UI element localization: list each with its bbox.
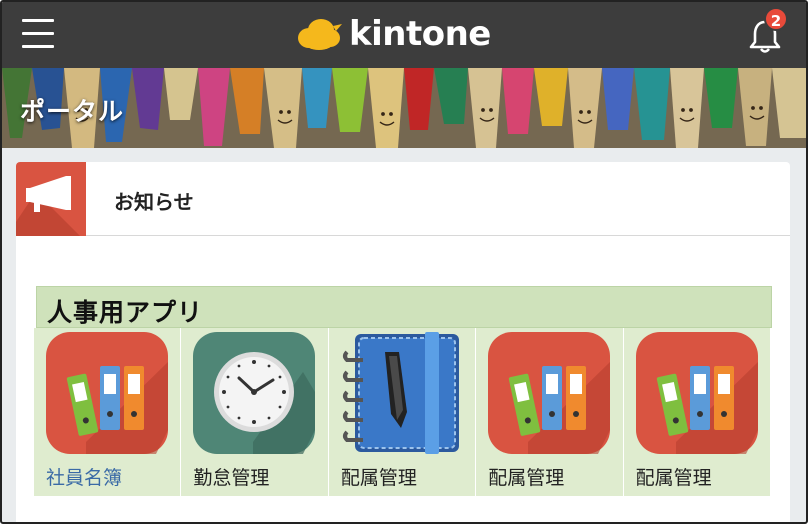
- cloud-logo-icon: [298, 19, 342, 50]
- app-tile-employee-directory[interactable]: 社員名簿: [34, 328, 181, 496]
- megaphone-icon: [16, 162, 86, 236]
- app-label[interactable]: 配属管理: [341, 463, 417, 490]
- logo-text: kintone: [349, 14, 491, 54]
- binders-icon: [635, 332, 758, 454]
- portal-title: ポータル: [20, 97, 125, 126]
- hamburger-menu-icon[interactable]: [22, 19, 54, 49]
- app-tile-attendance[interactable]: 勤怠管理: [181, 328, 328, 496]
- notification-badge: 2: [764, 7, 788, 31]
- section-title: 人事用アプリ: [47, 298, 204, 327]
- portal-banner: ポータル: [2, 68, 806, 148]
- top-bar: kintone 2: [2, 2, 806, 68]
- app-label[interactable]: 配属管理: [636, 463, 712, 490]
- notice-header: お知らせ: [16, 162, 790, 236]
- app-list: 社員名簿 勤怠管理 配属管理 配属管理 配属管理: [34, 328, 771, 496]
- kintone-logo[interactable]: kintone: [295, 14, 491, 54]
- app-label[interactable]: 勤怠管理: [193, 463, 269, 490]
- notice-title: お知らせ: [114, 190, 194, 214]
- app-tile-assignment-2[interactable]: 配属管理: [476, 328, 623, 496]
- section-header: 人事用アプリ: [36, 286, 772, 328]
- app-tile-assignment-3[interactable]: 配属管理: [623, 328, 771, 496]
- binders-icon: [46, 332, 168, 454]
- app-tile-assignment[interactable]: 配属管理: [328, 328, 476, 496]
- app-label[interactable]: 配属管理: [488, 463, 564, 490]
- binders-icon: [488, 332, 611, 454]
- notebook-icon: [342, 332, 459, 454]
- app-label[interactable]: 社員名簿: [46, 463, 122, 490]
- app-window: kintone 2 ポータル お知らせ 人事用アプリ 社員名簿 勤怠管理 配属管…: [0, 0, 808, 524]
- clock-icon: [193, 332, 316, 454]
